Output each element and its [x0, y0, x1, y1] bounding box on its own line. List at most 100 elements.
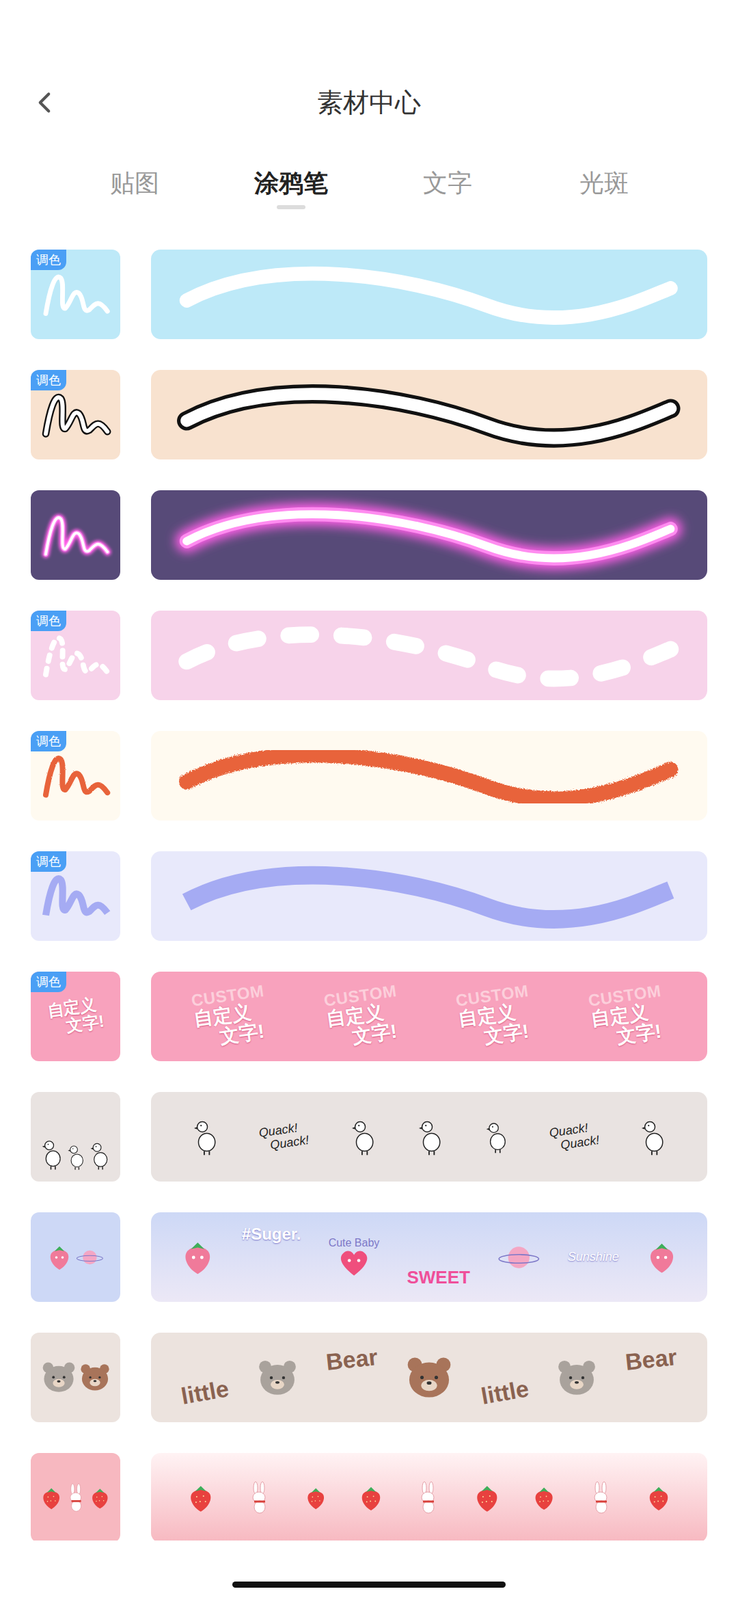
material-center-screen: 素材中心贴图涂鸦笔文字光斑调色调色调色调色调色自定义文字!调色CUSTOM自定义…	[0, 0, 738, 1599]
planet-icon	[497, 1240, 541, 1273]
strawberry-icon	[646, 1483, 672, 1511]
brush-row[interactable]: 调色	[30, 369, 708, 460]
sticker-text: #Suger.	[241, 1221, 302, 1246]
tab[interactable]: 涂鸦笔	[212, 168, 369, 210]
brush-preview[interactable]: #Suger. Cute Baby SWEET Sunshine	[151, 1211, 708, 1302]
brush-row[interactable]: little Bear little Bear	[30, 1331, 708, 1422]
page-title: 素材中心	[317, 80, 421, 125]
tab-bar: 贴图涂鸦笔文字光斑	[0, 168, 738, 210]
custom-text-group: CUSTOM自定义文字!	[190, 980, 272, 1051]
brush-preview[interactable]: CUSTOM自定义文字!CUSTOM自定义文字!CUSTOM自定义文字!CUST…	[151, 971, 708, 1061]
adjust-badge: 调色	[30, 971, 67, 992]
neon-stroke-icon	[151, 489, 708, 580]
brush-preview[interactable]	[151, 1452, 708, 1540]
duck-icon	[41, 1137, 63, 1170]
brush-preview[interactable]	[151, 730, 708, 820]
brush-row[interactable]: 调色	[30, 730, 708, 820]
marker-stroke-icon	[151, 850, 708, 941]
adjust-badge: 调色	[30, 850, 67, 872]
brush-thumbnail[interactable]	[30, 489, 121, 580]
strawberry-icon	[40, 1484, 63, 1510]
brush-row[interactable]	[30, 489, 708, 580]
sticker-text: SWEET	[406, 1263, 470, 1291]
brush-thumbnail[interactable]: 调色	[30, 850, 121, 941]
back-button[interactable]	[27, 80, 66, 125]
brush-row[interactable]: 调色	[30, 610, 708, 700]
adjust-badge: 调色	[30, 249, 67, 270]
bear-text: Bear	[623, 1338, 680, 1379]
quack-text: Quack!Quack!	[258, 1119, 311, 1153]
brush-thumbnail[interactable]: 调色	[30, 730, 121, 820]
brush-row[interactable]	[30, 1452, 708, 1540]
bear-icon	[405, 1354, 454, 1399]
sticker-text: Cute Baby	[328, 1236, 380, 1249]
quack-text: Quack!Quack!	[548, 1119, 600, 1153]
adjust-badge: 调色	[30, 730, 67, 751]
tab-indicator	[276, 205, 306, 210]
rabbit-icon	[64, 1482, 89, 1513]
duck-icon	[89, 1139, 110, 1170]
brush-list: 调色调色调色调色调色自定义文字!调色CUSTOM自定义文字!CUSTOM自定义文…	[0, 249, 738, 1540]
duck-icon	[192, 1117, 219, 1156]
tab[interactable]: 贴图	[56, 168, 213, 210]
bear-text: little	[178, 1370, 232, 1413]
brush-thumbnail[interactable]	[30, 1331, 121, 1422]
bear-icon	[79, 1361, 111, 1392]
brush-thumbnail[interactable]: 调色	[30, 610, 121, 700]
bear-icon	[41, 1359, 77, 1393]
neon-stroke-icon	[38, 497, 114, 573]
crayon-stroke-icon	[151, 730, 708, 820]
duck-icon	[417, 1117, 444, 1156]
brush-row[interactable]: Quack!Quack! Quack!Quack!	[30, 1091, 708, 1181]
brush-preview[interactable]: little Bear little Bear	[151, 1331, 708, 1422]
strawberry-icon	[358, 1483, 384, 1511]
strawberry-icon	[181, 1238, 215, 1276]
brush-row[interactable]: 调色	[30, 249, 708, 339]
brush-thumbnail[interactable]: 调色	[30, 249, 121, 339]
brush-row[interactable]: 自定义文字!调色 CUSTOM自定义文字! CUSTOM自定义文字! CUSTOM自定…	[30, 971, 708, 1061]
adjust-badge: 调色	[30, 369, 67, 391]
strawberry-icon	[47, 1242, 72, 1271]
line-stroke-icon	[151, 249, 708, 339]
chevron-left-icon	[27, 85, 62, 120]
bear-icon	[556, 1357, 598, 1397]
adjust-badge: 调色	[30, 610, 67, 631]
brush-thumbnail[interactable]	[30, 1211, 121, 1302]
custom-text-group: CUSTOM自定义文字!	[322, 980, 404, 1051]
rabbit-icon	[246, 1480, 274, 1515]
brush-preview[interactable]	[151, 489, 708, 580]
strawberry-icon	[89, 1485, 111, 1509]
strawberry-icon	[646, 1239, 678, 1274]
brush-row[interactable]: 调色	[30, 850, 708, 941]
sticker-text: Sunshine	[567, 1247, 620, 1266]
bear-text: little	[478, 1370, 532, 1413]
planet-icon	[75, 1246, 104, 1267]
brush-preview[interactable]: Quack!Quack! Quack!Quack!	[151, 1091, 708, 1181]
brush-thumbnail[interactable]	[30, 1091, 121, 1181]
custom-text-group: CUSTOM自定义文字!	[455, 980, 536, 1051]
rabbit-icon	[587, 1480, 615, 1515]
tab[interactable]: 光斑	[525, 168, 682, 210]
home-indicator[interactable]	[232, 1580, 506, 1587]
duck-icon	[640, 1117, 667, 1156]
strawberry-icon	[473, 1482, 501, 1513]
strawberry-icon	[304, 1484, 327, 1510]
duck-icon	[485, 1119, 509, 1154]
brush-preview[interactable]	[151, 610, 708, 700]
brush-row[interactable]: #Suger. Cute Baby SWEET Sunshine	[30, 1211, 708, 1302]
header: 素材中心	[0, 0, 738, 125]
brush-thumbnail[interactable]: 自定义文字!调色	[30, 971, 121, 1061]
brush-preview[interactable]	[151, 249, 708, 339]
brush-thumbnail[interactable]	[30, 1452, 121, 1540]
bear-text: Bear	[323, 1338, 380, 1379]
duck-icon	[350, 1117, 377, 1156]
brush-preview[interactable]	[151, 369, 708, 460]
tab[interactable]: 文字	[369, 168, 526, 210]
heart-icon	[338, 1247, 370, 1277]
brush-preview[interactable]	[151, 850, 708, 941]
brush-thumbnail[interactable]: 调色	[30, 369, 121, 460]
strawberry-icon	[532, 1484, 556, 1511]
